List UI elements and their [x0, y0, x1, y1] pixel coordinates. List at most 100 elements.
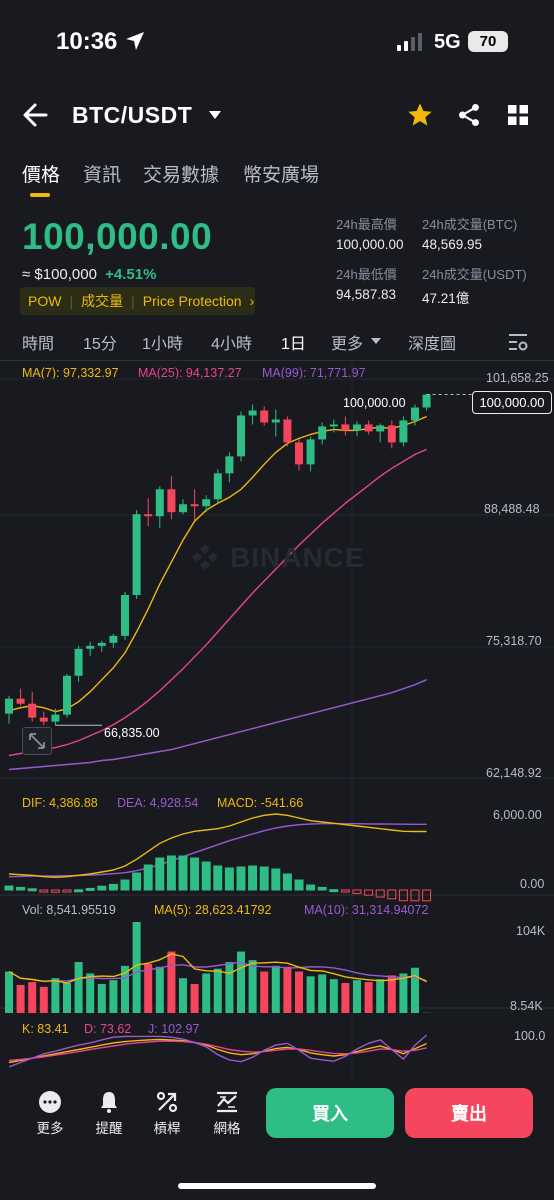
kdj-k-label: K: 83.41 — [22, 1022, 69, 1036]
volume-bar — [260, 971, 269, 1013]
macd-bar — [271, 868, 281, 891]
candle-body — [51, 714, 60, 722]
volume-bar — [190, 983, 199, 1013]
candle-body — [225, 456, 234, 474]
ma99-line — [8, 679, 427, 771]
tab-square[interactable]: 幣安廣場 — [243, 160, 319, 187]
macd-bar — [259, 866, 269, 891]
high-label: 24h最高價 — [336, 217, 397, 232]
vol-usdt-value: 47.21億 — [422, 291, 470, 306]
tag-volume[interactable]: 成交量 — [81, 291, 123, 311]
volume-bar — [341, 983, 350, 1013]
share-icon[interactable] — [456, 102, 482, 128]
macd-bar — [317, 886, 327, 891]
leverage-button[interactable]: 槓桿 — [137, 1090, 197, 1137]
leverage-label: 槓桿 — [153, 1121, 181, 1136]
sell-button[interactable]: 賣出 — [405, 1088, 533, 1138]
macd-bar — [132, 872, 142, 891]
buy-button[interactable]: 買入 — [266, 1088, 394, 1138]
candle-body — [364, 424, 373, 432]
kdj-k-line — [8, 1038, 427, 1064]
candle-body — [248, 410, 257, 416]
volume-bar — [376, 979, 385, 1013]
caret-down-icon[interactable] — [208, 110, 222, 120]
candle-body — [86, 645, 95, 649]
macd-bar — [294, 879, 304, 891]
macd-bar — [97, 885, 107, 891]
chart-settings-icon[interactable] — [508, 333, 528, 351]
macd-bar — [306, 884, 316, 891]
interval-time[interactable]: 時間 — [22, 330, 54, 354]
macd-bar — [16, 886, 26, 891]
tag-pow[interactable]: POW — [28, 293, 61, 309]
sell-label: 賣出 — [451, 1104, 487, 1124]
price-axis-label: 88,488.48 — [484, 502, 540, 516]
fiat-price: ≈ $100,000 — [22, 266, 97, 283]
fullscreen-button[interactable] — [22, 727, 52, 755]
interval-depth[interactable]: 深度圖 — [408, 330, 456, 354]
interval-more[interactable]: 更多 — [331, 330, 363, 354]
interval-1h[interactable]: 1小時 — [142, 330, 183, 354]
volume-bar — [329, 979, 338, 1013]
alert-button[interactable]: 提醒 — [79, 1090, 139, 1137]
volume-bar — [295, 971, 303, 1013]
grid-button[interactable]: 網格 — [197, 1090, 257, 1137]
tab-price[interactable]: 價格 — [22, 160, 60, 187]
volume-bar — [5, 971, 13, 1013]
candle-body — [16, 698, 25, 704]
interval-15m[interactable]: 15分 — [83, 330, 117, 354]
tag-badge[interactable]: POW | 成交量 | Price Protection › — [20, 287, 255, 315]
macd-bar — [329, 889, 339, 893]
macd-bar — [387, 889, 397, 900]
leverage-icon — [156, 1091, 178, 1113]
chevron-right-icon: › — [249, 293, 255, 309]
volume-bar — [237, 951, 245, 1013]
candle-body — [74, 648, 83, 676]
volume-bar — [213, 968, 222, 1013]
volume-bar — [399, 973, 408, 1013]
expand-icon — [29, 733, 45, 749]
macd-bar — [248, 865, 258, 891]
high-value: 100,000.00 — [336, 237, 404, 252]
more-button[interactable]: 更多 — [20, 1090, 80, 1137]
alert-label: 提醒 — [95, 1121, 123, 1136]
more-label: 更多 — [36, 1121, 64, 1136]
candle-body — [179, 504, 187, 513]
price-axis-label: 62,148.92 — [486, 766, 542, 780]
macd-bar — [375, 889, 385, 898]
back-arrow-icon[interactable] — [22, 102, 50, 128]
pair-title[interactable]: BTC/USDT — [72, 102, 192, 129]
location-arrow-icon — [126, 32, 144, 50]
candle-body — [329, 424, 338, 427]
interval-1d[interactable]: 1日 — [281, 330, 306, 354]
kdj-d-label: D: 73.62 — [84, 1022, 132, 1036]
grid-menu-icon[interactable] — [506, 103, 530, 127]
volume-bar — [202, 973, 211, 1013]
candle-body — [132, 514, 141, 595]
candle-body — [283, 419, 292, 443]
candle-body — [399, 420, 408, 443]
tab-trading-data[interactable]: 交易數據 — [143, 160, 219, 187]
interval-4h[interactable]: 4小時 — [211, 330, 252, 354]
tab-indicator — [30, 193, 50, 197]
grid-label: 網格 — [213, 1121, 241, 1136]
volume-bar — [353, 980, 361, 1013]
volume-bar — [179, 978, 187, 1013]
more-dots-icon — [39, 1091, 61, 1113]
candle-body — [28, 703, 37, 718]
tag-price-protection[interactable]: Price Protection — [143, 293, 242, 309]
macd-bar — [236, 866, 246, 891]
tab-info[interactable]: 資訊 — [83, 160, 121, 187]
candle-body — [144, 514, 153, 517]
volume-bar — [86, 973, 95, 1013]
macd-bar — [108, 883, 118, 891]
kline-chart[interactable] — [0, 360, 554, 1080]
macd-bar — [364, 889, 374, 896]
macd-axis-bottom: 0.00 — [520, 877, 545, 891]
bell-icon — [101, 1092, 117, 1113]
volume-bar — [283, 966, 292, 1013]
candle-body — [121, 594, 129, 636]
macd-bar — [213, 865, 223, 891]
volume-bar — [39, 986, 48, 1013]
star-icon[interactable] — [406, 101, 434, 129]
